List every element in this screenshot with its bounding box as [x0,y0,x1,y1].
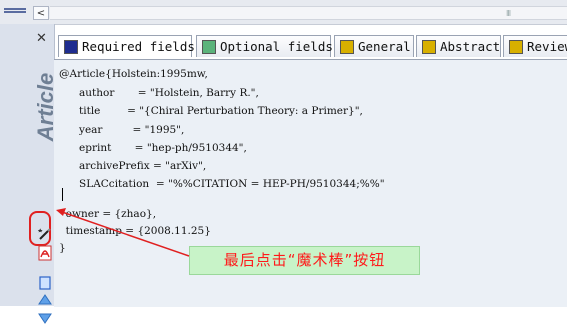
tab-label: General [358,39,411,54]
tab-color-swatch [202,40,216,54]
down-arrow-icon [38,313,52,324]
document-icon [39,276,51,290]
bibtex-line: archivePrefix = "arXiv", [59,160,207,172]
tab-abstract[interactable]: Abstract [416,35,501,57]
move-up-button[interactable] [36,291,54,309]
tab-label: Optional fields [220,39,333,54]
entry-editor-sidebar: ✕ Article [0,24,58,324]
pdf-icon [38,245,52,261]
document-button[interactable] [36,274,54,292]
tab-color-swatch [422,40,436,54]
tab-label: Abstract [440,39,501,54]
bibtex-line: timestamp = {2008.11.25} [59,225,211,237]
close-icon[interactable]: ✕ [36,31,47,46]
bibtex-line: author = "Holstein, Barry R.", [59,87,259,99]
horizontal-scrollbar[interactable]: III [50,6,567,20]
bibtex-line: } [59,242,66,254]
tab-review[interactable]: Review [503,35,567,57]
magic-wand-button[interactable] [36,225,54,243]
bibtex-line: year = "1995", [59,124,185,136]
text-caret [62,188,63,201]
up-arrow-icon [38,294,52,305]
tab-color-swatch [64,40,78,54]
tab-color-swatch [509,40,523,54]
tab-required-fields[interactable]: Required fields [58,35,195,57]
tab-general[interactable]: General [334,35,414,57]
move-down-button[interactable] [36,309,54,327]
tab-color-swatch [340,40,354,54]
tab-label: Required fields [82,39,195,54]
bibtex-line: eprint = "hep-ph/9510344", [59,142,247,154]
field-tabs: Required fields Optional fields General … [54,35,567,59]
bibtex-line: SLACcitation = "%%CITATION = HEP-PH/9510… [59,178,385,190]
window-grip-icon [4,8,26,16]
magic-wand-icon [37,228,51,240]
top-toolbar: < III [0,0,567,25]
annotation-callout: 最后点击“魔术棒”按钮 [189,246,420,275]
bibtex-line: title = "{Chiral Perturbation Theory: a … [59,105,363,117]
tab-optional-fields[interactable]: Optional fields [196,35,333,57]
bibtex-line: owner = {zhao}, [59,208,157,220]
pdf-button[interactable] [36,244,54,262]
tab-label: Review [527,39,567,54]
bibtex-line: @Article{Holstein:1995mw, [59,68,208,80]
scroll-left-button[interactable]: < [33,6,49,20]
scrollbar-grip: III [506,9,511,18]
